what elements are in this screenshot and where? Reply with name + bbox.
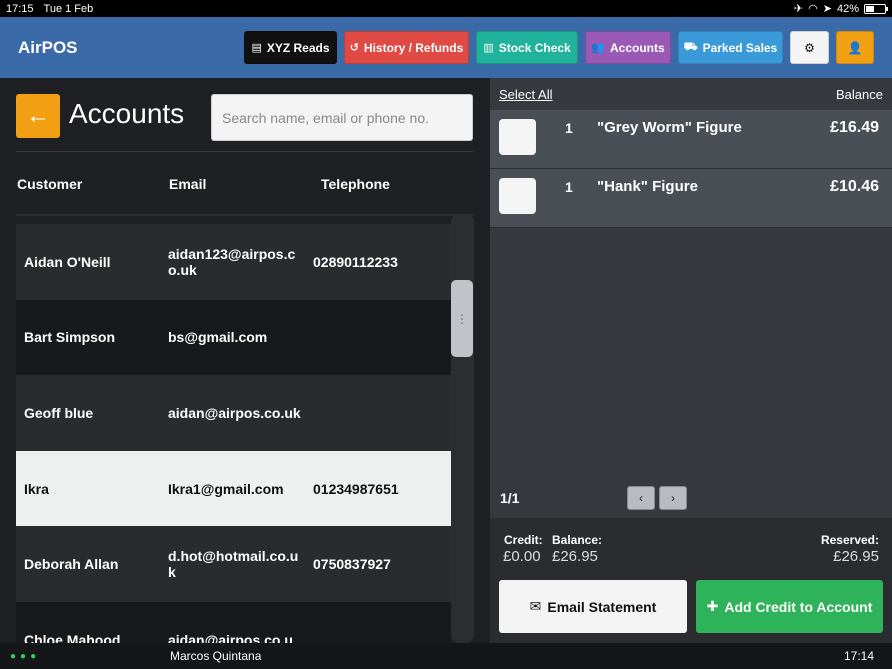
next-page-button[interactable]: › bbox=[659, 486, 687, 510]
connection-status-icon: ●●● bbox=[10, 650, 41, 662]
item-checkbox[interactable] bbox=[499, 119, 536, 155]
status-date: Tue 1 Feb bbox=[43, 2, 94, 15]
app-brand: AirPOS bbox=[18, 37, 78, 57]
page-indicator: 1/1 bbox=[500, 490, 520, 506]
table-row[interactable]: Aidan O'Neill aidan123@airpos.co.uk 0289… bbox=[16, 224, 451, 300]
item-price: £16.49 bbox=[830, 119, 879, 136]
balance-value: £26.95 bbox=[552, 548, 598, 565]
user-button[interactable]: 👤 bbox=[836, 31, 874, 64]
envelope-icon: ✉ bbox=[529, 598, 542, 614]
plus-icon: ✚ bbox=[706, 598, 719, 614]
settings-button[interactable]: ⚙ bbox=[790, 31, 829, 64]
item-checkbox[interactable] bbox=[499, 178, 536, 214]
chevron-right-icon: › bbox=[671, 491, 675, 505]
users-icon: 👥 bbox=[591, 42, 605, 54]
divider bbox=[16, 151, 474, 152]
item-name: "Hank" Figure bbox=[597, 178, 698, 195]
history-icon: ↺ bbox=[349, 42, 359, 54]
add-credit-button[interactable]: ✚ Add Credit to Account bbox=[696, 580, 883, 633]
battery-icon bbox=[864, 3, 888, 14]
table-row-selected[interactable]: Ikra Ikra1@gmail.com 01234987651 bbox=[16, 450, 451, 527]
back-button[interactable]: ← bbox=[16, 94, 60, 138]
scrollbar-track[interactable] bbox=[451, 214, 474, 643]
email-cell: d.hot@hotmail.co.uk bbox=[168, 548, 299, 581]
stock-check-button[interactable]: ▥ Stock Check bbox=[476, 31, 578, 64]
footer-time: 17:14 bbox=[843, 649, 874, 663]
user-icon: 👤 bbox=[847, 40, 863, 55]
sale-items-list: 1 "Grey Worm" Figure £16.49 1 "Hank" Fig… bbox=[490, 110, 892, 228]
airplane-icon: ✈ bbox=[793, 3, 804, 15]
customer-cell: Chloe Mahood bbox=[24, 631, 121, 643]
table-row[interactable]: Bart Simpson bs@gmail.com bbox=[16, 299, 451, 376]
item-name: "Grey Worm" Figure bbox=[597, 119, 742, 136]
footer-user: Marcos Quintana bbox=[170, 649, 262, 663]
status-bar: 17:15 Tue 1 Feb ✈ ◠ ➤ 42% bbox=[0, 0, 892, 17]
column-header-email[interactable]: Email bbox=[169, 176, 206, 192]
chevron-left-icon: ‹ bbox=[639, 491, 643, 505]
telephone-cell: 0750837927 bbox=[313, 556, 391, 573]
scrollbar-thumb[interactable]: ⋮ bbox=[451, 280, 473, 357]
barcode-icon: ▥ bbox=[483, 42, 494, 54]
account-summary: Credit: £0.00 Balance: £26.95 Reserved: … bbox=[490, 518, 892, 643]
gear-icon: ⚙ bbox=[804, 40, 815, 55]
prev-page-button[interactable]: ‹ bbox=[627, 486, 655, 510]
footer-bar: ●●● Marcos Quintana 17:14 bbox=[0, 643, 892, 669]
location-icon: ➤ bbox=[822, 3, 832, 15]
customer-cell: Ikra bbox=[24, 480, 49, 497]
page-title: Accounts bbox=[69, 98, 185, 129]
email-cell: Ikra1@gmail.com bbox=[168, 480, 284, 497]
email-cell: bs@gmail.com bbox=[168, 329, 268, 346]
wifi-icon: ◠ bbox=[808, 3, 818, 15]
customer-cell: Geoff blue bbox=[24, 404, 94, 421]
drag-handle-icon: ⋮ bbox=[456, 311, 468, 326]
table-row[interactable]: Geoff blue aidan@airpos.co.uk bbox=[16, 375, 451, 451]
sale-panel: Select All Balance 1 "Grey Worm" Figure … bbox=[490, 78, 892, 643]
history-refunds-button[interactable]: ↺ History / Refunds bbox=[344, 31, 469, 64]
balance-label: Balance: bbox=[552, 533, 603, 547]
accounts-table: Aidan O'Neill aidan123@airpos.co.uk 0289… bbox=[16, 224, 451, 643]
arrow-left-icon: ← bbox=[26, 102, 50, 129]
accounts-pane: ← Accounts Customer Email Telephone Aida… bbox=[0, 78, 490, 643]
email-cell: aidan@airpos.co.uk bbox=[168, 404, 301, 421]
customer-cell: Deborah Allan bbox=[24, 556, 119, 573]
car-icon: ⛟ bbox=[683, 40, 698, 53]
table-row[interactable]: Deborah Allan d.hot@hotmail.co.uk 075083… bbox=[16, 526, 451, 602]
divider bbox=[16, 214, 474, 216]
credit-value: £0.00 bbox=[503, 548, 541, 565]
email-cell: aidan@airpos.co.u bbox=[168, 631, 293, 643]
battery-percent: 42% bbox=[836, 2, 859, 15]
search-input[interactable] bbox=[211, 94, 473, 141]
column-header-customer[interactable]: Customer bbox=[17, 176, 82, 192]
status-time: 17:15 bbox=[6, 2, 34, 15]
telephone-cell: 02890112233 bbox=[313, 253, 398, 270]
table-row[interactable]: Chloe Mahood aidan@airpos.co.u bbox=[16, 601, 451, 643]
list-item[interactable]: 1 "Hank" Figure £10.46 bbox=[490, 169, 892, 228]
list-item[interactable]: 1 "Grey Worm" Figure £16.49 bbox=[490, 110, 892, 169]
xyz-reads-button[interactable]: ▤ XYZ Reads bbox=[244, 31, 337, 64]
item-quantity: 1 bbox=[565, 120, 573, 136]
item-price: £10.46 bbox=[830, 178, 879, 195]
balance-header: Balance bbox=[836, 87, 883, 102]
list-icon: ▤ bbox=[251, 42, 262, 54]
email-cell: aidan123@airpos.co.uk bbox=[168, 245, 296, 278]
select-all-link[interactable]: Select All bbox=[499, 87, 552, 102]
credit-label: Credit: bbox=[504, 533, 543, 547]
parked-sales-button[interactable]: ⛟ Parked Sales bbox=[678, 31, 783, 64]
column-header-telephone[interactable]: Telephone bbox=[321, 176, 390, 192]
reserved-value: £26.95 bbox=[833, 548, 879, 565]
item-quantity: 1 bbox=[565, 179, 573, 195]
email-statement-button[interactable]: ✉ Email Statement bbox=[499, 580, 687, 633]
telephone-cell: 01234987651 bbox=[313, 480, 399, 497]
reserved-label: Reserved: bbox=[820, 533, 879, 547]
customer-cell: Bart Simpson bbox=[24, 329, 116, 346]
accounts-button[interactable]: 👥 Accounts bbox=[585, 31, 671, 64]
app-header: AirPOS ▤ XYZ Reads ↺ History / Refunds ▥ St… bbox=[0, 17, 892, 78]
customer-cell: Aidan O'Neill bbox=[24, 253, 111, 270]
